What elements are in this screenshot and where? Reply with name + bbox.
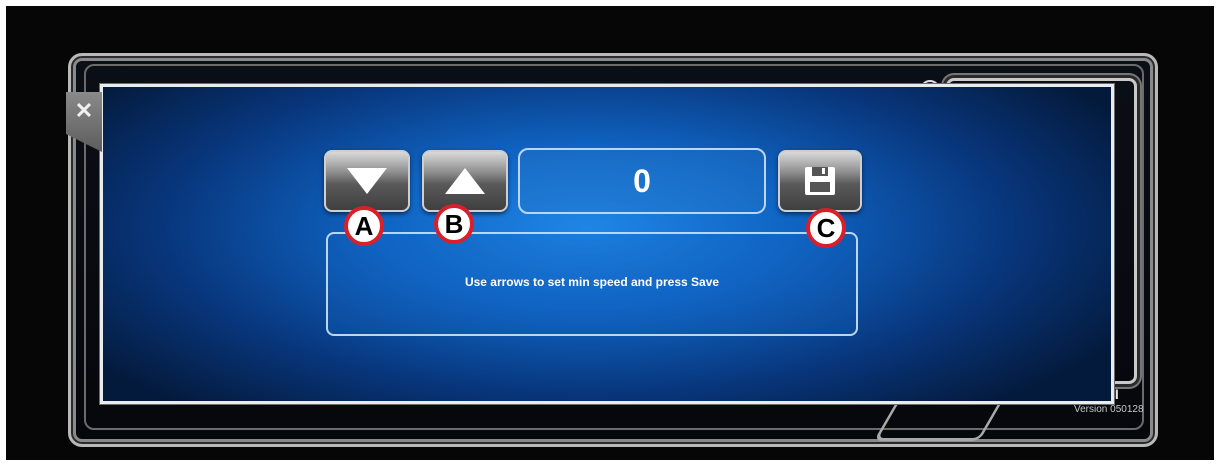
callout-c: C — [806, 208, 846, 248]
decrease-speed-button[interactable] — [324, 150, 410, 212]
floppy-disk-icon — [805, 167, 835, 195]
speed-value-display: 0 — [518, 148, 766, 214]
background-version-label: Version 050128 — [1074, 404, 1144, 415]
triangle-down-icon — [347, 168, 387, 194]
triangle-up-icon — [445, 168, 485, 194]
instruction-text: Use arrows to set min speed and press Sa… — [464, 275, 720, 289]
instruction-message: Use arrows to set min speed and press Sa… — [326, 232, 858, 336]
save-button[interactable] — [778, 150, 862, 212]
callout-b: B — [434, 204, 474, 244]
callout-a: A — [344, 206, 384, 246]
increase-speed-button[interactable] — [422, 150, 508, 212]
